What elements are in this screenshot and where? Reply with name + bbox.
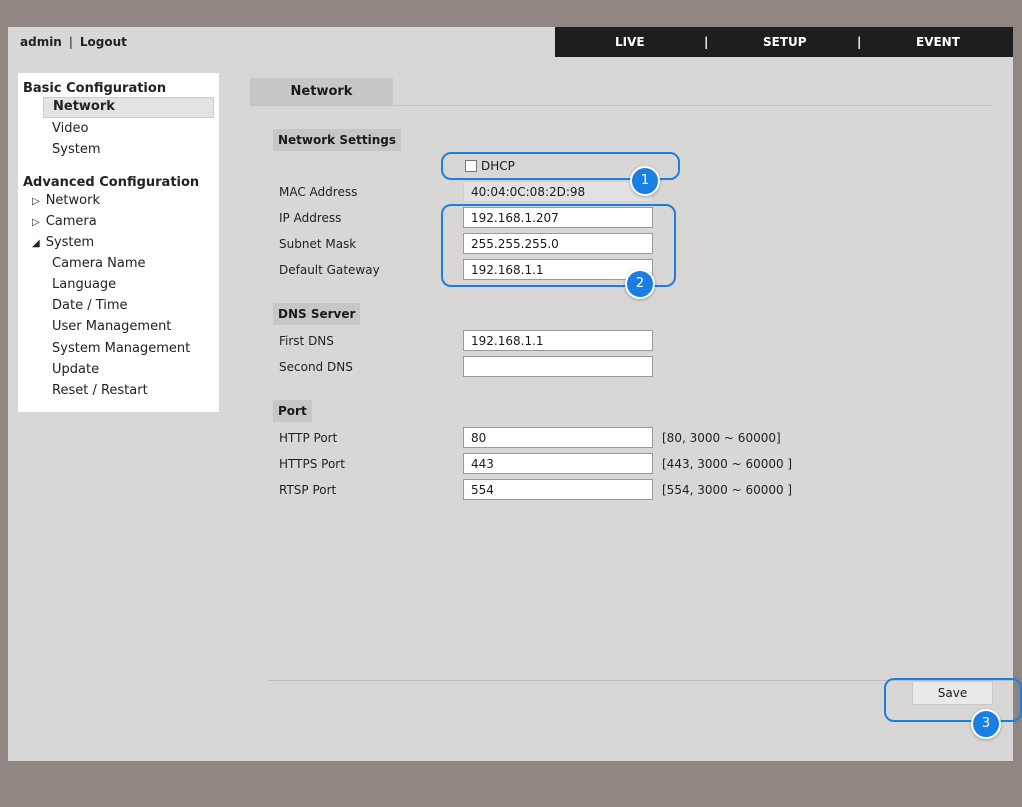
top-nav: LIVE | SETUP | EVENT <box>555 27 1013 57</box>
https-port-input[interactable]: 443 <box>463 453 653 474</box>
nav-event[interactable]: EVENT <box>916 35 960 49</box>
ip-address-label: IP Address <box>279 211 342 225</box>
callout-badge-2: 2 <box>625 269 655 299</box>
basic-config-title: Basic Configuration <box>23 81 167 96</box>
nav-separator: | <box>857 35 862 49</box>
callout-badge-3: 3 <box>971 709 1001 739</box>
http-port-range: [80, 3000 ~ 60000] <box>662 431 781 445</box>
tree-item-label: Camera <box>45 214 97 229</box>
tab-network[interactable]: Network <box>250 78 393 105</box>
first-dns-label: First DNS <box>279 334 334 348</box>
rtsp-port-label: RTSP Port <box>279 483 337 497</box>
advanced-config-title: Advanced Configuration <box>23 175 200 190</box>
sidebar-item-language[interactable]: Language <box>52 277 116 292</box>
https-port-label: HTTPS Port <box>279 457 345 471</box>
http-port-input[interactable]: 80 <box>463 427 653 448</box>
triangle-right-outline-icon: ▷ <box>32 217 40 228</box>
port-header: Port <box>273 400 312 422</box>
sidebar-item-network[interactable]: Network <box>43 97 214 118</box>
http-port-label: HTTP Port <box>279 431 338 445</box>
logout-link[interactable]: Logout <box>80 35 127 49</box>
tree-item-label: Network <box>45 193 100 208</box>
username: admin <box>20 35 62 49</box>
sidebar-item-video[interactable]: Video <box>52 121 88 136</box>
callout-badge-1: 1 <box>630 166 660 196</box>
sidebar: Basic Configuration Network Video System… <box>18 73 219 412</box>
default-gateway-label: Default Gateway <box>279 263 380 277</box>
sidebar-item-camera-name[interactable]: Camera Name <box>52 256 146 271</box>
top-header: admin | Logout LIVE | SETUP | EVENT <box>8 27 1013 57</box>
rtsp-port-input[interactable]: 554 <box>463 479 653 500</box>
second-dns-input[interactable] <box>463 356 653 377</box>
mac-address-field: 40:04:0C:08:2D:98 <box>463 181 653 202</box>
sidebar-item-date-time[interactable]: Date / Time <box>52 298 128 313</box>
triangle-down-filled-icon: ◢ <box>32 238 40 249</box>
sidebar-item-update[interactable]: Update <box>52 362 99 377</box>
triangle-right-outline-icon: ▷ <box>32 196 40 207</box>
nav-setup[interactable]: SETUP <box>763 35 807 49</box>
tree-item-system[interactable]: ◢ System <box>32 235 94 250</box>
sidebar-item-system-management[interactable]: System Management <box>52 341 190 356</box>
callout-frame-save <box>884 678 1022 722</box>
nav-live[interactable]: LIVE <box>615 35 645 49</box>
subnet-mask-label: Subnet Mask <box>279 237 357 251</box>
rtsp-port-range: [554, 3000 ~ 60000 ] <box>662 483 793 497</box>
second-dns-label: Second DNS <box>279 360 353 374</box>
tree-item-network[interactable]: ▷ Network <box>32 193 100 208</box>
sidebar-item-user-management[interactable]: User Management <box>52 319 171 334</box>
dns-server-header: DNS Server <box>273 303 361 325</box>
tree-item-camera[interactable]: ▷ Camera <box>32 214 97 229</box>
nav-separator: | <box>704 35 709 49</box>
user-area: admin | Logout <box>20 35 127 49</box>
https-port-range: [443, 3000 ~ 60000 ] <box>662 457 793 471</box>
tab-divider <box>250 105 992 106</box>
network-settings-header: Network Settings <box>273 129 401 151</box>
user-separator: | <box>68 35 73 49</box>
first-dns-input[interactable]: 192.168.1.1 <box>463 330 653 351</box>
tree-item-label: System <box>45 235 95 250</box>
mac-address-label: MAC Address <box>279 185 358 199</box>
sidebar-item-system[interactable]: System <box>52 142 100 157</box>
sidebar-item-reset-restart[interactable]: Reset / Restart <box>52 383 148 398</box>
